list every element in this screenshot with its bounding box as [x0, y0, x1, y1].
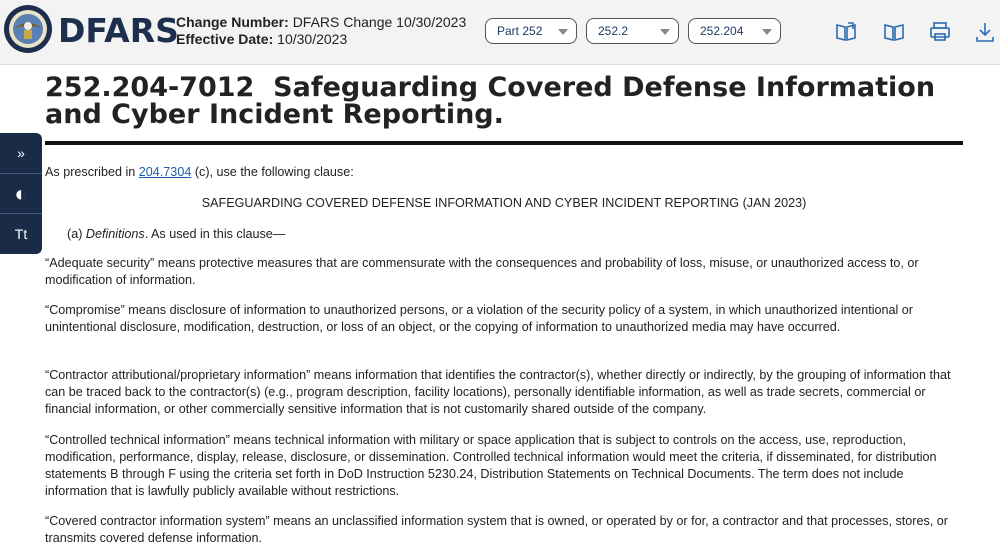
book-icon[interactable]	[882, 20, 906, 44]
prescribed-pre: As prescribed in	[45, 165, 139, 179]
prescribed-line: As prescribed in 204.7304 (c), use the f…	[45, 164, 960, 181]
part-select-value: Part 252	[497, 24, 543, 38]
definition-paragraph: “Controlled technical information” means…	[45, 433, 937, 498]
definition-paragraph: “Contractor attributional/proprietary in…	[45, 368, 951, 416]
chevron-down-icon	[558, 29, 568, 35]
side-toolbar: » ◐ Tt	[0, 133, 42, 254]
change-label: Change Number:	[176, 14, 289, 30]
definition-paragraph: “Adequate security” means protective mea…	[45, 256, 919, 287]
page-title: 252.204-7012 Safeguarding Covered Defens…	[45, 74, 965, 128]
title-divider	[45, 141, 963, 145]
subpart-select[interactable]: 252.2	[586, 18, 679, 44]
section-select-value: 252.204	[700, 24, 744, 38]
effective-value: 10/30/2023	[277, 31, 348, 47]
print-icon[interactable]	[928, 20, 952, 44]
defs-italic: Definitions	[85, 227, 145, 241]
expand-sidebar-button[interactable]: »	[0, 133, 42, 173]
change-value: DFARS Change 10/30/2023	[292, 14, 467, 30]
prescribed-post: (c), use the following clause:	[191, 165, 354, 179]
prescribed-link[interactable]: 204.7304	[139, 165, 192, 179]
part-select[interactable]: Part 252	[485, 18, 577, 44]
definitions-intro: (a) Definitions. As used in this clause—	[67, 226, 957, 243]
text-size-button[interactable]: Tt	[0, 213, 42, 254]
top-header: DFARS Change Number: DFARS Change 10/30/…	[0, 0, 1000, 65]
definition-paragraph: “Covered contractor information system” …	[45, 514, 948, 545]
clause-heading: SAFEGUARDING COVERED DEFENSE INFORMATION…	[201, 196, 807, 210]
definition-paragraph: “Compromise” means disclosure of informa…	[45, 303, 913, 334]
contrast-icon: ◐	[14, 181, 28, 206]
change-info: Change Number: DFARS Change 10/30/2023 E…	[176, 14, 466, 48]
section-select[interactable]: 252.204	[688, 18, 781, 44]
dod-seal-icon[interactable]	[3, 4, 53, 54]
defs-label: (a)	[67, 227, 86, 241]
chevron-down-icon	[660, 29, 670, 35]
defs-rest: . As used in this clause—	[144, 227, 286, 241]
brand-title[interactable]: DFARS	[58, 11, 179, 50]
book-open-icon[interactable]	[834, 20, 858, 44]
chevron-down-icon	[762, 29, 772, 35]
effective-label: Effective Date:	[176, 31, 274, 47]
subpart-select-value: 252.2	[598, 24, 629, 38]
contrast-toggle-button[interactable]: ◐	[0, 173, 42, 214]
download-icon[interactable]	[973, 20, 997, 44]
